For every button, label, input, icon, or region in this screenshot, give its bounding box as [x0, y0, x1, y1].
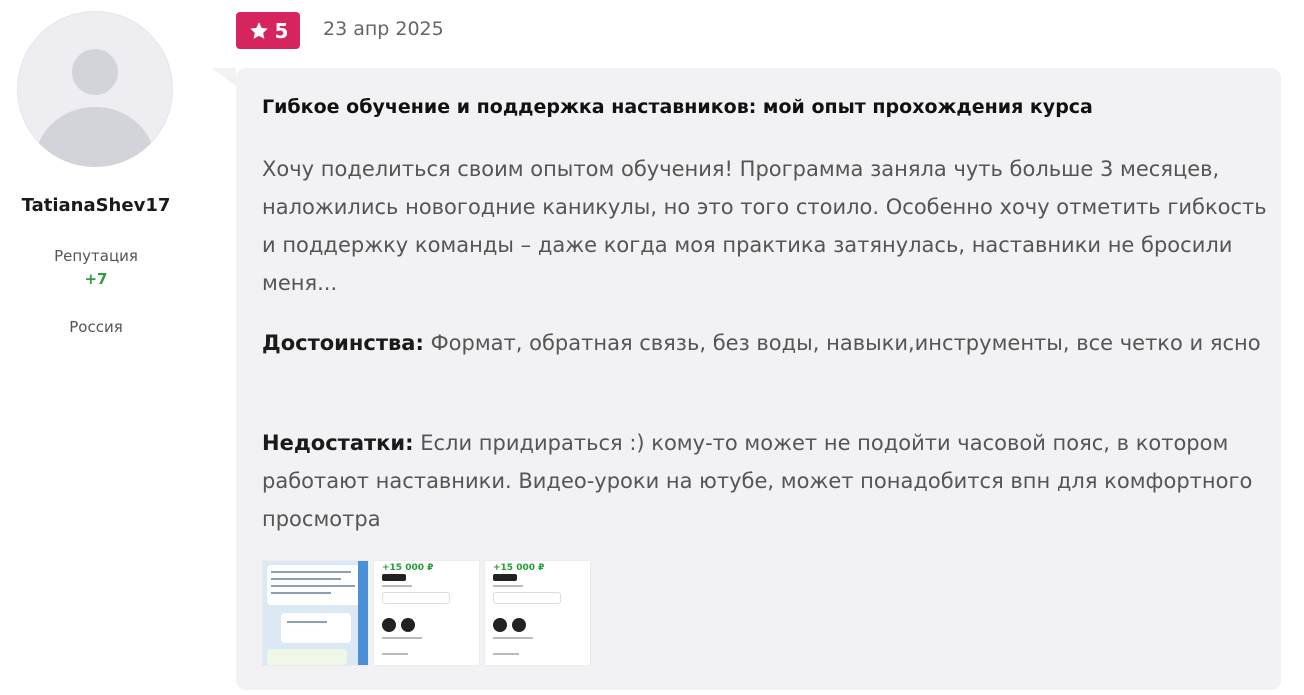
attachment-thumbnail[interactable] [262, 560, 369, 666]
star-icon [249, 21, 268, 39]
review-body: Хочу поделиться своим опытом обучения! П… [262, 157, 1267, 295]
payment-amount: +15 000 ₽ [493, 563, 545, 573]
pros-label: Достоинства: [262, 331, 424, 355]
attachment-gallery: +15 000 ₽ +15 000 ₽ [262, 560, 591, 666]
attachment-thumbnail[interactable]: +15 000 ₽ [373, 560, 480, 666]
review-cons: Недостатки: Если придираться :) кому-то … [262, 424, 1267, 538]
rating-badge: 5 [236, 12, 300, 49]
attachment-thumbnail[interactable]: +15 000 ₽ [484, 560, 591, 666]
review-title: Гибкое обучение и поддержка наставников:… [262, 96, 1093, 118]
payment-amount: +15 000 ₽ [382, 563, 434, 573]
rating-value: 5 [274, 18, 289, 43]
avatar[interactable] [17, 11, 173, 167]
cons-label: Недостатки: [262, 431, 414, 455]
reputation-label: Репутация [54, 247, 138, 265]
avatar-placeholder-icon [72, 49, 118, 95]
reputation-value: +7 [84, 270, 108, 288]
review-pros: Достоинства: Формат, обратная связь, без… [262, 324, 1267, 362]
author-country: Россия [69, 318, 123, 336]
review-date: 23 апр 2025 [323, 18, 444, 40]
pros-text: Формат, обратная связь, без воды, навыки… [423, 331, 1261, 355]
author-username[interactable]: TatianaShev17 [0, 195, 192, 216]
